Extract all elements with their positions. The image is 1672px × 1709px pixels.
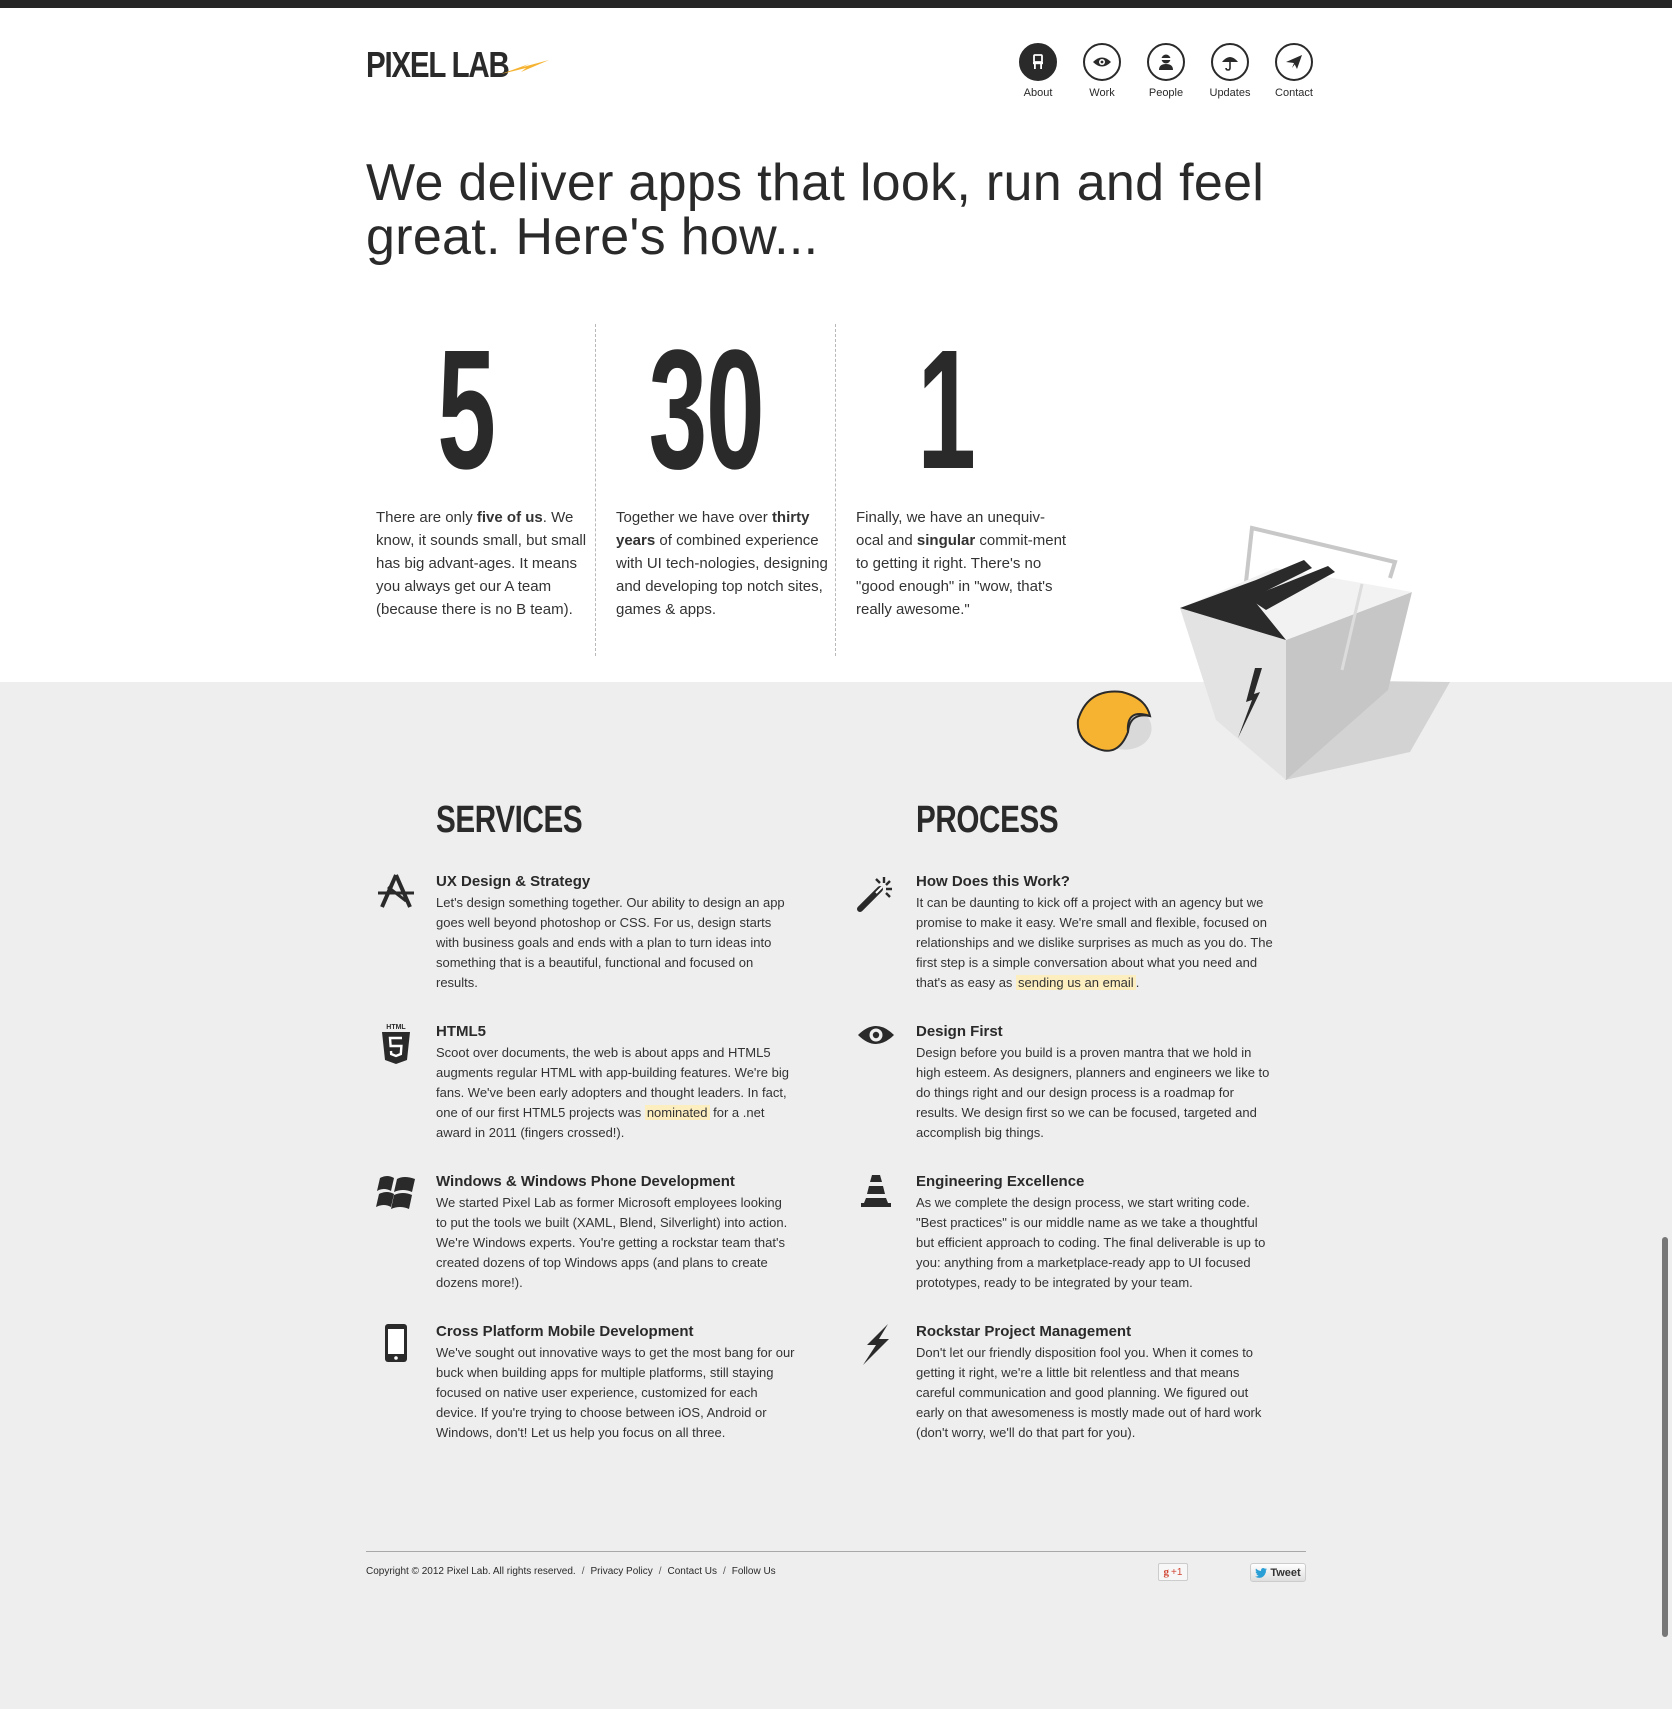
nav-item-people[interactable]: People: [1134, 43, 1198, 99]
item-title: Cross Platform Mobile Development: [436, 1323, 694, 1340]
paper-plane-icon: [1275, 43, 1313, 81]
footer-divider: [366, 1551, 1306, 1552]
send-email-link[interactable]: sending us an email: [1016, 975, 1136, 990]
stat-text-bold: five of us: [476, 509, 543, 526]
nav-label-work: Work: [1089, 87, 1115, 99]
nav-item-work[interactable]: Work: [1070, 43, 1134, 99]
stat-text-pre: There are only: [376, 509, 477, 526]
google-plus-one-button[interactable]: g +1: [1158, 1563, 1188, 1581]
privacy-policy-link[interactable]: Privacy Policy: [590, 1566, 652, 1577]
stat-one: 1 Finally, we have an unequiv-ocal and s…: [826, 315, 1066, 618]
logo-bolt-icon: [501, 60, 549, 74]
stat-text: Finally, we have an unequiv-ocal and sin…: [856, 506, 1071, 621]
html5-icon-label: HTML: [386, 1024, 406, 1031]
item-body: As we complete the design process, we st…: [916, 1195, 1266, 1290]
stat-thirty: 30 Together we have over thirty years of…: [586, 315, 828, 618]
service-item-html5: HTML HTML5 Scoot over documents, the web…: [382, 1023, 796, 1143]
tweet-label: Tweet: [1270, 1566, 1301, 1579]
eye-icon: [1083, 43, 1121, 81]
logo[interactable]: PIXEL LAB: [366, 44, 549, 86]
headline: We deliver apps that look, run and feel …: [366, 154, 1265, 266]
item-body: Don't let our friendly disposition fool …: [916, 1345, 1262, 1440]
footer-links: Copyright © 2012 Pixel Lab. All rights r…: [366, 1566, 776, 1577]
chair-icon: [1019, 43, 1057, 81]
service-item-windows: Windows & Windows Phone Development We s…: [376, 1173, 796, 1293]
process-item-how: How Does this Work? It can be daunting t…: [857, 873, 1276, 993]
item-body: Design before you build is a proven mant…: [916, 1045, 1270, 1140]
app-store-icon: [374, 873, 418, 917]
nav-label-about: About: [1023, 87, 1053, 99]
process-item-engineering: Engineering Excellence As we complete th…: [861, 1173, 1276, 1293]
item-title: Rockstar Project Management: [916, 1323, 1132, 1340]
logo-text: PIXEL LAB: [366, 44, 510, 85]
stat-text: There are only five of us. We know, it s…: [376, 506, 591, 621]
item-title: UX Design & Strategy: [436, 873, 591, 890]
stat-text-pre: Together we have over: [616, 509, 772, 526]
google-plus-icon: g: [1163, 1566, 1170, 1578]
item-title: Engineering Excellence: [916, 1173, 1085, 1190]
tweet-button[interactable]: Tweet: [1250, 1563, 1306, 1582]
traffic-cone-icon: [854, 1173, 898, 1217]
footer-separator: /: [722, 1566, 726, 1577]
mobile-phone-icon: [374, 1323, 418, 1367]
item-body: Let's design something together. Our abi…: [436, 895, 785, 990]
nav-item-updates[interactable]: Updates: [1198, 43, 1262, 99]
nav-label-people: People: [1148, 87, 1184, 99]
item-title: HTML5: [436, 1023, 486, 1040]
contact-us-link[interactable]: Contact Us: [668, 1566, 717, 1577]
nav-label-contact: Contact: [1275, 87, 1313, 99]
footer-separator: /: [658, 1566, 662, 1577]
umbrella-icon: [1211, 43, 1249, 81]
main-nav: About Work People Updates Contact: [1006, 43, 1326, 99]
stat-text-bold: singular: [916, 532, 976, 549]
nav-label-updates: Updates: [1209, 87, 1251, 99]
item-body: It can be daunting to kick off a project…: [916, 893, 1276, 993]
item-body: We've sought out innovative ways to get …: [436, 1345, 795, 1440]
person-icon: [1147, 43, 1185, 81]
twitter-bird-icon: [1255, 1567, 1268, 1578]
nav-item-about[interactable]: About: [1006, 43, 1070, 99]
top-bar: [0, 0, 1672, 8]
eye-icon: [854, 1023, 898, 1067]
nominated-link[interactable]: nominated: [644, 1105, 710, 1120]
services-title: SERVICES: [436, 799, 583, 841]
nav-item-contact[interactable]: Contact: [1262, 43, 1326, 99]
takeout-box-illustration: [1076, 525, 1450, 780]
process-item-management: Rockstar Project Management Don't let ou…: [863, 1323, 1276, 1443]
stat-text: Together we have over thirty years of co…: [616, 506, 831, 621]
item-title: Windows & Windows Phone Development: [436, 1173, 735, 1190]
footer-separator: /: [581, 1566, 585, 1577]
stat-five: 5 There are only five of us. We know, it…: [346, 315, 586, 618]
stat-number: 1: [917, 315, 976, 505]
service-item-ux: UX Design & Strategy Let's design someth…: [378, 873, 796, 993]
magic-wand-icon: [854, 873, 898, 917]
service-item-mobile: Cross Platform Mobile Development We've …: [385, 1323, 796, 1443]
process-item-design: Design First Design before you build is …: [858, 1023, 1276, 1143]
google-plus-label: +1: [1171, 1566, 1183, 1578]
follow-us-link[interactable]: Follow Us: [732, 1566, 776, 1577]
process-title: PROCESS: [916, 799, 1059, 841]
item-body-text: .: [1135, 975, 1140, 990]
lightning-bolt-icon: [854, 1323, 898, 1367]
scrollbar[interactable]: [1662, 1237, 1668, 1637]
item-body: We started Pixel Lab as former Microsoft…: [436, 1195, 788, 1290]
item-title: How Does this Work?: [916, 873, 1070, 890]
copyright-text: Copyright © 2012 Pixel Lab. All rights r…: [366, 1566, 576, 1577]
windows-icon: [374, 1173, 418, 1217]
item-title: Design First: [916, 1023, 1003, 1040]
gray-background: [0, 682, 1672, 1709]
item-body: Scoot over documents, the web is about a…: [436, 1043, 796, 1143]
stat-number: 5: [437, 315, 496, 505]
stat-number: 30: [648, 315, 765, 505]
html5-icon: HTML: [374, 1023, 418, 1067]
